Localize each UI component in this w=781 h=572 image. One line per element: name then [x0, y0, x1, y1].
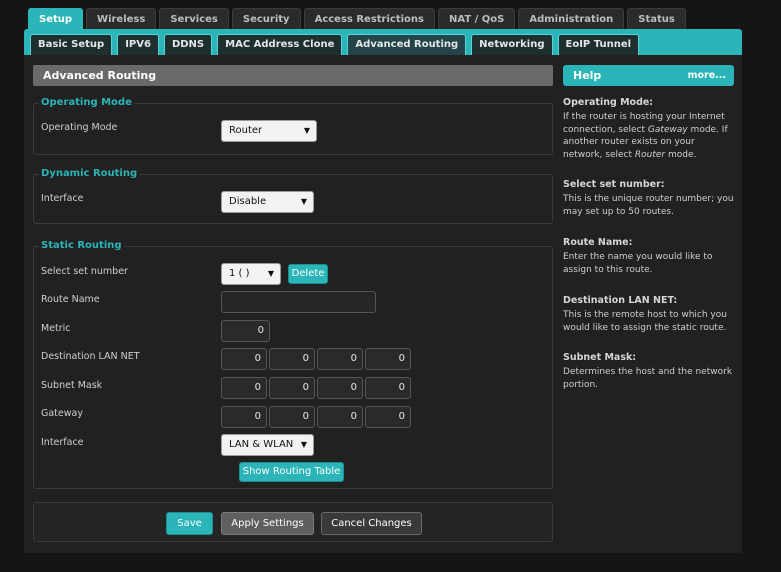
- gateway-octet-4[interactable]: 0: [365, 406, 411, 428]
- dynamic-routing-interface-label: Interface: [41, 193, 84, 204]
- subtab-mac-address-clone[interactable]: MAC Address Clone: [217, 34, 343, 55]
- chevron-down-icon: ▼: [267, 269, 274, 278]
- chevron-down-icon: ▼: [300, 197, 307, 206]
- help-item-title: Destination LAN NET:: [563, 295, 678, 306]
- subtab-ddns[interactable]: DDNS: [163, 34, 213, 55]
- subnet-mask-octet-1[interactable]: 0: [221, 377, 267, 399]
- help-item-title: Operating Mode:: [563, 97, 654, 108]
- destination-octet-2[interactable]: 0: [269, 348, 315, 370]
- metric-label: Metric: [41, 323, 71, 334]
- route-name-label: Route Name: [41, 294, 100, 305]
- gateway-octet-3[interactable]: 0: [317, 406, 363, 428]
- help-item-desc: This is the unique router number; you ma…: [563, 194, 734, 217]
- static-interface-label: Interface: [41, 437, 84, 448]
- operating-mode-label: Operating Mode: [41, 122, 118, 133]
- tab-administration[interactable]: Administration: [518, 8, 625, 30]
- cancel-changes-button[interactable]: Cancel Changes: [321, 512, 422, 535]
- static-interface-select[interactable]: LAN & WLAN ▼: [221, 434, 314, 456]
- sub-tabs: Basic Setup IPV6 DDNS MAC Address Clone …: [30, 34, 640, 55]
- help-item-desc: Enter the name you would like to assign …: [563, 252, 713, 275]
- subtab-eoip-tunnel[interactable]: EoIP Tunnel: [557, 34, 640, 55]
- help-more-link[interactable]: more...: [688, 65, 726, 86]
- chevron-down-icon: ▼: [303, 126, 310, 135]
- page-title: Advanced Routing: [33, 65, 553, 86]
- subnet-mask-label: Subnet Mask: [41, 380, 103, 391]
- help-item-title: Route Name:: [563, 237, 633, 248]
- help-item-operating-mode: Operating Mode: If the router is hosting…: [563, 96, 735, 161]
- subtab-basic-setup[interactable]: Basic Setup: [30, 34, 113, 55]
- help-desc-emphasis: Router: [634, 149, 666, 160]
- help-item-desc: If the router is hosting your Internet c…: [563, 111, 735, 161]
- tab-wireless[interactable]: Wireless: [86, 8, 157, 30]
- delete-button[interactable]: Delete: [288, 264, 328, 284]
- help-desc-emphasis: Gateway: [647, 124, 688, 135]
- help-desc-part: mode.: [665, 149, 697, 160]
- show-routing-table-button[interactable]: Show Routing Table: [239, 462, 344, 482]
- operating-mode-select[interactable]: Router ▼: [221, 120, 317, 142]
- help-title: Help: [573, 69, 602, 82]
- help-item-title: Subnet Mask:: [563, 352, 637, 363]
- tab-nat-qos[interactable]: NAT / QoS: [438, 8, 516, 30]
- gateway-octet-1[interactable]: 0: [221, 406, 267, 428]
- top-strip: [0, 0, 781, 8]
- help-item-desc: Determines the host and the network port…: [563, 367, 733, 390]
- destination-lan-net-label: Destination LAN NET: [41, 351, 140, 362]
- static-routing-legend: Static Routing: [39, 239, 124, 253]
- help-item-desc: This is the remote host to which you wou…: [563, 310, 727, 333]
- subtab-ipv6[interactable]: IPV6: [117, 34, 159, 55]
- tab-security[interactable]: Security: [231, 8, 301, 30]
- subnet-mask-octet-3[interactable]: 0: [317, 377, 363, 399]
- tab-access-restrictions[interactable]: Access Restrictions: [303, 8, 435, 30]
- operating-mode-legend: Operating Mode: [39, 96, 134, 110]
- static-routing-section: Static Routing Select set number 1 ( ) ▼…: [33, 239, 553, 489]
- select-set-value: 1 ( ): [229, 268, 250, 279]
- subtab-advanced-routing[interactable]: Advanced Routing: [347, 34, 467, 55]
- destination-octet-1[interactable]: 0: [221, 348, 267, 370]
- dynamic-routing-interface-value: Disable: [229, 196, 267, 207]
- route-name-input[interactable]: [221, 291, 376, 313]
- apply-settings-button[interactable]: Apply Settings: [221, 512, 314, 535]
- save-button[interactable]: Save: [166, 512, 213, 535]
- help-item-subnet-mask: Subnet Mask: Determines the host and the…: [563, 351, 735, 391]
- dynamic-routing-interface-select[interactable]: Disable ▼: [221, 191, 314, 213]
- tab-services[interactable]: Services: [159, 8, 229, 30]
- operating-mode-value: Router: [229, 125, 263, 136]
- gateway-octet-2[interactable]: 0: [269, 406, 315, 428]
- help-item-select-set: Select set number: This is the unique ro…: [563, 178, 735, 218]
- dynamic-routing-section: Dynamic Routing Interface Disable ▼: [33, 167, 553, 224]
- chevron-down-icon: ▼: [300, 440, 307, 449]
- main-tabs: Setup Wireless Services Security Access …: [28, 8, 686, 32]
- tab-status[interactable]: Status: [627, 8, 686, 30]
- subnet-mask-octet-4[interactable]: 0: [365, 377, 411, 399]
- subtab-networking[interactable]: Networking: [471, 34, 553, 55]
- select-set-number[interactable]: 1 ( ) ▼: [221, 263, 281, 285]
- operating-mode-section: Operating Mode Operating Mode Router ▼: [33, 96, 553, 155]
- destination-octet-4[interactable]: 0: [365, 348, 411, 370]
- help-item-route-name: Route Name: Enter the name you would lik…: [563, 236, 735, 276]
- gateway-label: Gateway: [41, 408, 83, 419]
- static-interface-value: LAN & WLAN: [229, 439, 294, 450]
- destination-octet-3[interactable]: 0: [317, 348, 363, 370]
- help-item-title: Select set number:: [563, 179, 665, 190]
- metric-input[interactable]: 0: [221, 320, 270, 342]
- help-header: Help more...: [563, 65, 734, 86]
- dynamic-routing-legend: Dynamic Routing: [39, 167, 140, 181]
- subnet-mask-octet-2[interactable]: 0: [269, 377, 315, 399]
- brand-remnant: [28, 0, 408, 2]
- help-item-destination: Destination LAN NET: This is the remote …: [563, 294, 735, 334]
- select-set-label: Select set number: [41, 266, 128, 277]
- footer-actions: Save Apply Settings Cancel Changes: [33, 502, 553, 542]
